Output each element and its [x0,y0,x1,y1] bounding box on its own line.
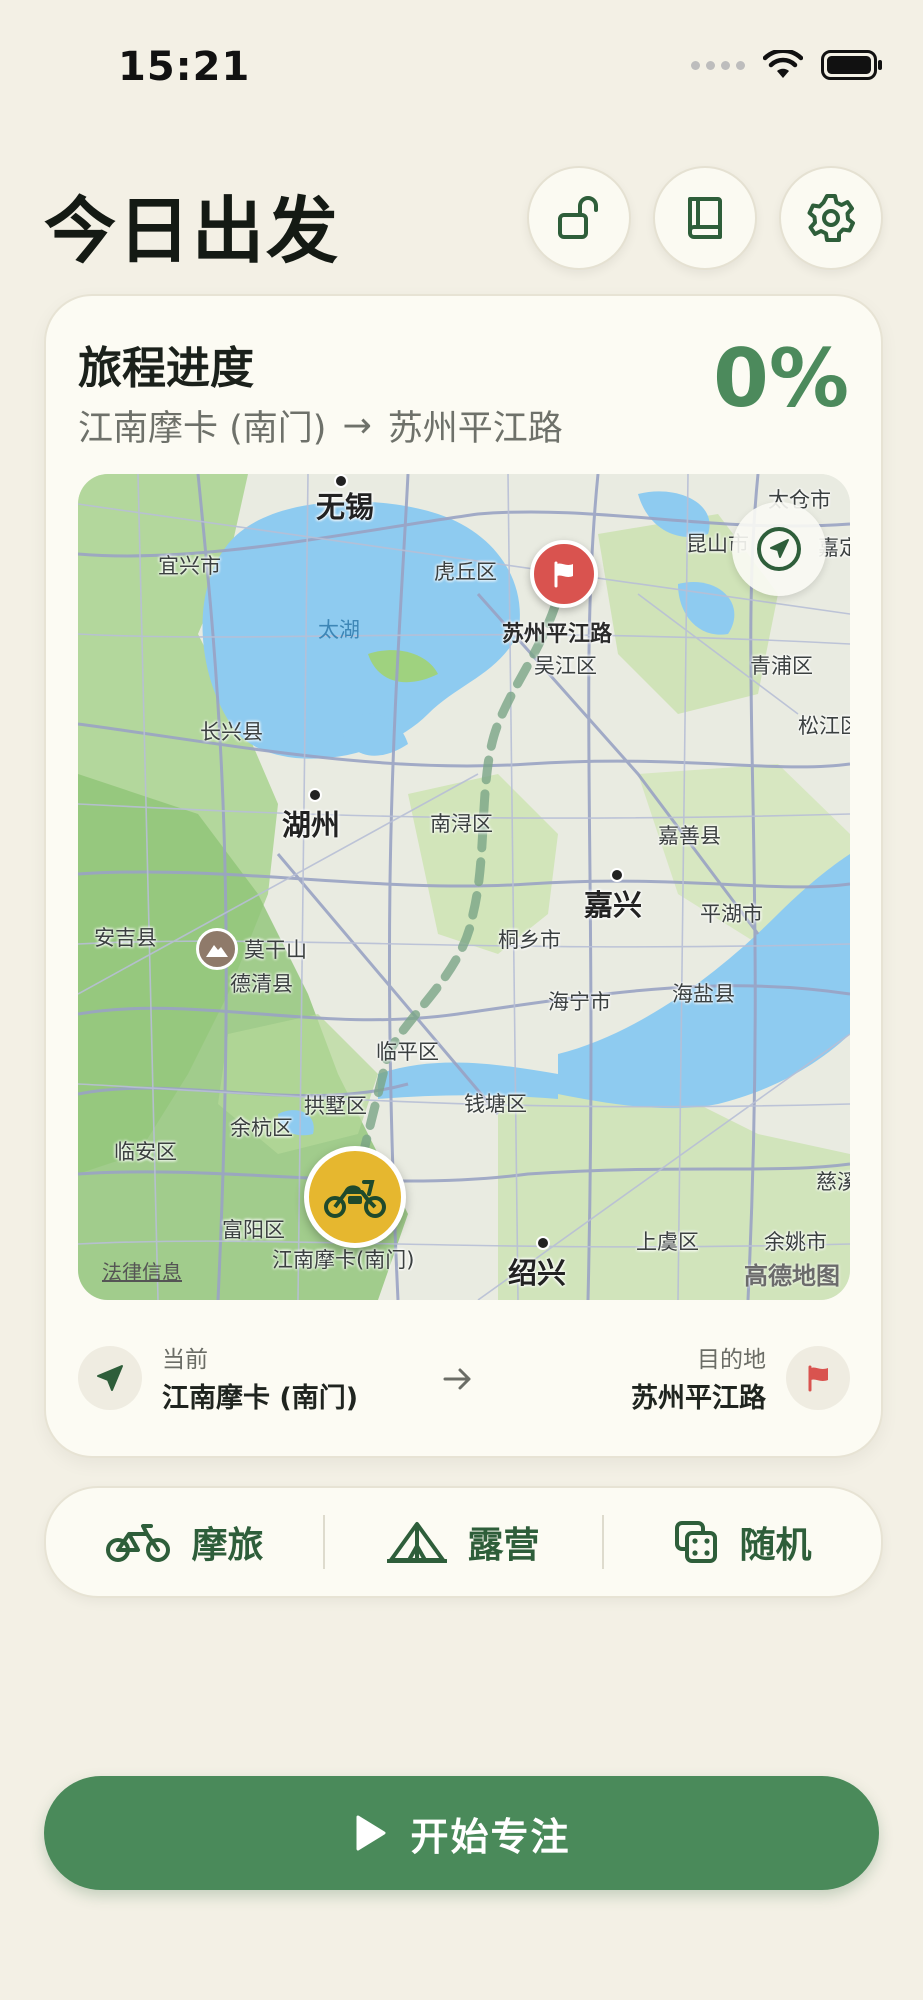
current-location-badge [78,1346,142,1410]
map-label: 莫干山 [244,938,307,962]
unlock-button[interactable] [527,166,631,270]
mode-label: 摩旅 [191,1525,264,1566]
map-label: 拱墅区 [304,1094,367,1118]
map-label: 钱塘区 [464,1092,527,1116]
header-actions [527,166,883,270]
current-caption: 当前 [162,1347,208,1373]
map-label: 德清县 [230,972,293,996]
mode-label: 随机 [739,1525,812,1566]
map-label: 长兴县 [200,720,263,744]
mountain-icon [196,928,238,970]
map-label: 湖州 [282,808,341,842]
journey-route: 江南摩卡 (南门) → 苏州平江路 [78,400,563,451]
status-bar: 15:21 [0,0,923,130]
map-city-dot [334,474,348,488]
book-icon [688,197,722,239]
mode-selector: 摩旅 露营 随机 [44,1486,883,1598]
map-legal-link[interactable]: 法律信息 [102,1256,182,1285]
map-label: 临安区 [114,1140,177,1164]
map-label: 嘉兴 [584,888,643,922]
map-label-origin: 江南摩卡(南门) [272,1248,415,1272]
bicycle-icon [106,1524,171,1562]
journal-button[interactable] [653,166,757,270]
route-destination: 苏州平江路 [387,409,563,449]
map-label: 海宁市 [548,990,611,1014]
navigation-arrow-icon [97,1365,123,1391]
destination-value: 苏州平江路 [631,1383,766,1414]
mode-random[interactable]: 随机 [604,1488,881,1596]
map-label: 余杭区 [230,1116,293,1140]
start-focus-label: 开始专注 [410,1814,571,1859]
map-background [78,474,850,1300]
destination-caption: 目的地 [697,1347,766,1373]
flag-icon [808,1365,828,1392]
mode-motorcycle-tour[interactable]: 摩旅 [46,1488,323,1596]
map-label: 安吉县 [94,926,157,950]
mode-label: 露营 [467,1525,540,1566]
tent-icon [387,1522,448,1563]
recenter-map-button[interactable] [732,502,826,596]
navigation-arrow-icon [757,527,801,571]
play-icon [356,1815,386,1851]
map-label: 临平区 [376,1040,439,1064]
map-label: 绍兴 [508,1256,567,1290]
motorcycle-icon [324,1180,386,1218]
map-label: 富阳区 [222,1218,285,1242]
map-label: 嘉善县 [658,824,721,848]
map-provider-logo: 高德地图 [744,1262,840,1290]
map-label: 松江区 [798,714,850,738]
cellular-signal-icon [691,60,745,70]
map-label: 南浔区 [430,812,493,836]
status-icons [691,50,883,80]
map-label: 桐乡市 [498,928,561,952]
battery-icon [821,50,882,80]
map-label: 宜兴市 [158,554,221,578]
route-summary: 当前 江南摩卡 (南门) 目的地 苏州平江路 [78,1336,850,1426]
page-title: 今日出发 [44,189,341,273]
map-label: 虎丘区 [434,560,497,584]
flag-icon [554,561,573,588]
status-time: 15:21 [118,44,251,90]
destination-badge [786,1346,850,1410]
map-label-destination: 苏州平江路 [502,622,613,647]
map-city-dot [536,1236,550,1250]
map-label: 慈溪 [816,1170,850,1194]
gear-icon [807,194,855,242]
map-city-dot [610,868,624,882]
map-label: 余姚市 [764,1230,827,1254]
map-label: 上虞区 [636,1230,699,1254]
progress-percent: 0% [713,332,849,425]
map-label: 海盐县 [672,982,735,1006]
map-label: 吴江区 [534,654,597,678]
settings-button[interactable] [779,166,883,270]
map-label: 平湖市 [700,902,763,926]
dice-icon [675,1521,718,1563]
route-origin: 江南摩卡 (南门) [78,409,327,449]
journey-title: 旅程进度 [78,343,254,394]
map-city-dot [308,788,322,802]
route-arrow: → [342,405,372,446]
map-label: 无锡 [316,490,375,524]
wifi-icon [763,50,803,78]
journey-progress-card: 旅程进度 江南摩卡 (南门) → 苏州平江路 0% 无锡 太仓市 宜兴市 虎丘区… [44,294,883,1458]
map-label: 太湖 [318,618,360,642]
map-label: 青浦区 [750,654,813,678]
current-value: 江南摩卡 (南门) [162,1383,359,1414]
mode-camping[interactable]: 露营 [325,1488,602,1596]
route-map[interactable]: 无锡 太仓市 宜兴市 虎丘区 昆山市 嘉定 太湖 苏州平江路 吴江区 青浦区 长… [78,474,850,1300]
unlock-icon [558,196,598,239]
current-location-pin[interactable] [304,1146,406,1248]
destination-pin[interactable] [530,540,598,608]
arrow-right-icon [443,1368,471,1390]
start-focus-button[interactable]: 开始专注 [44,1776,879,1890]
